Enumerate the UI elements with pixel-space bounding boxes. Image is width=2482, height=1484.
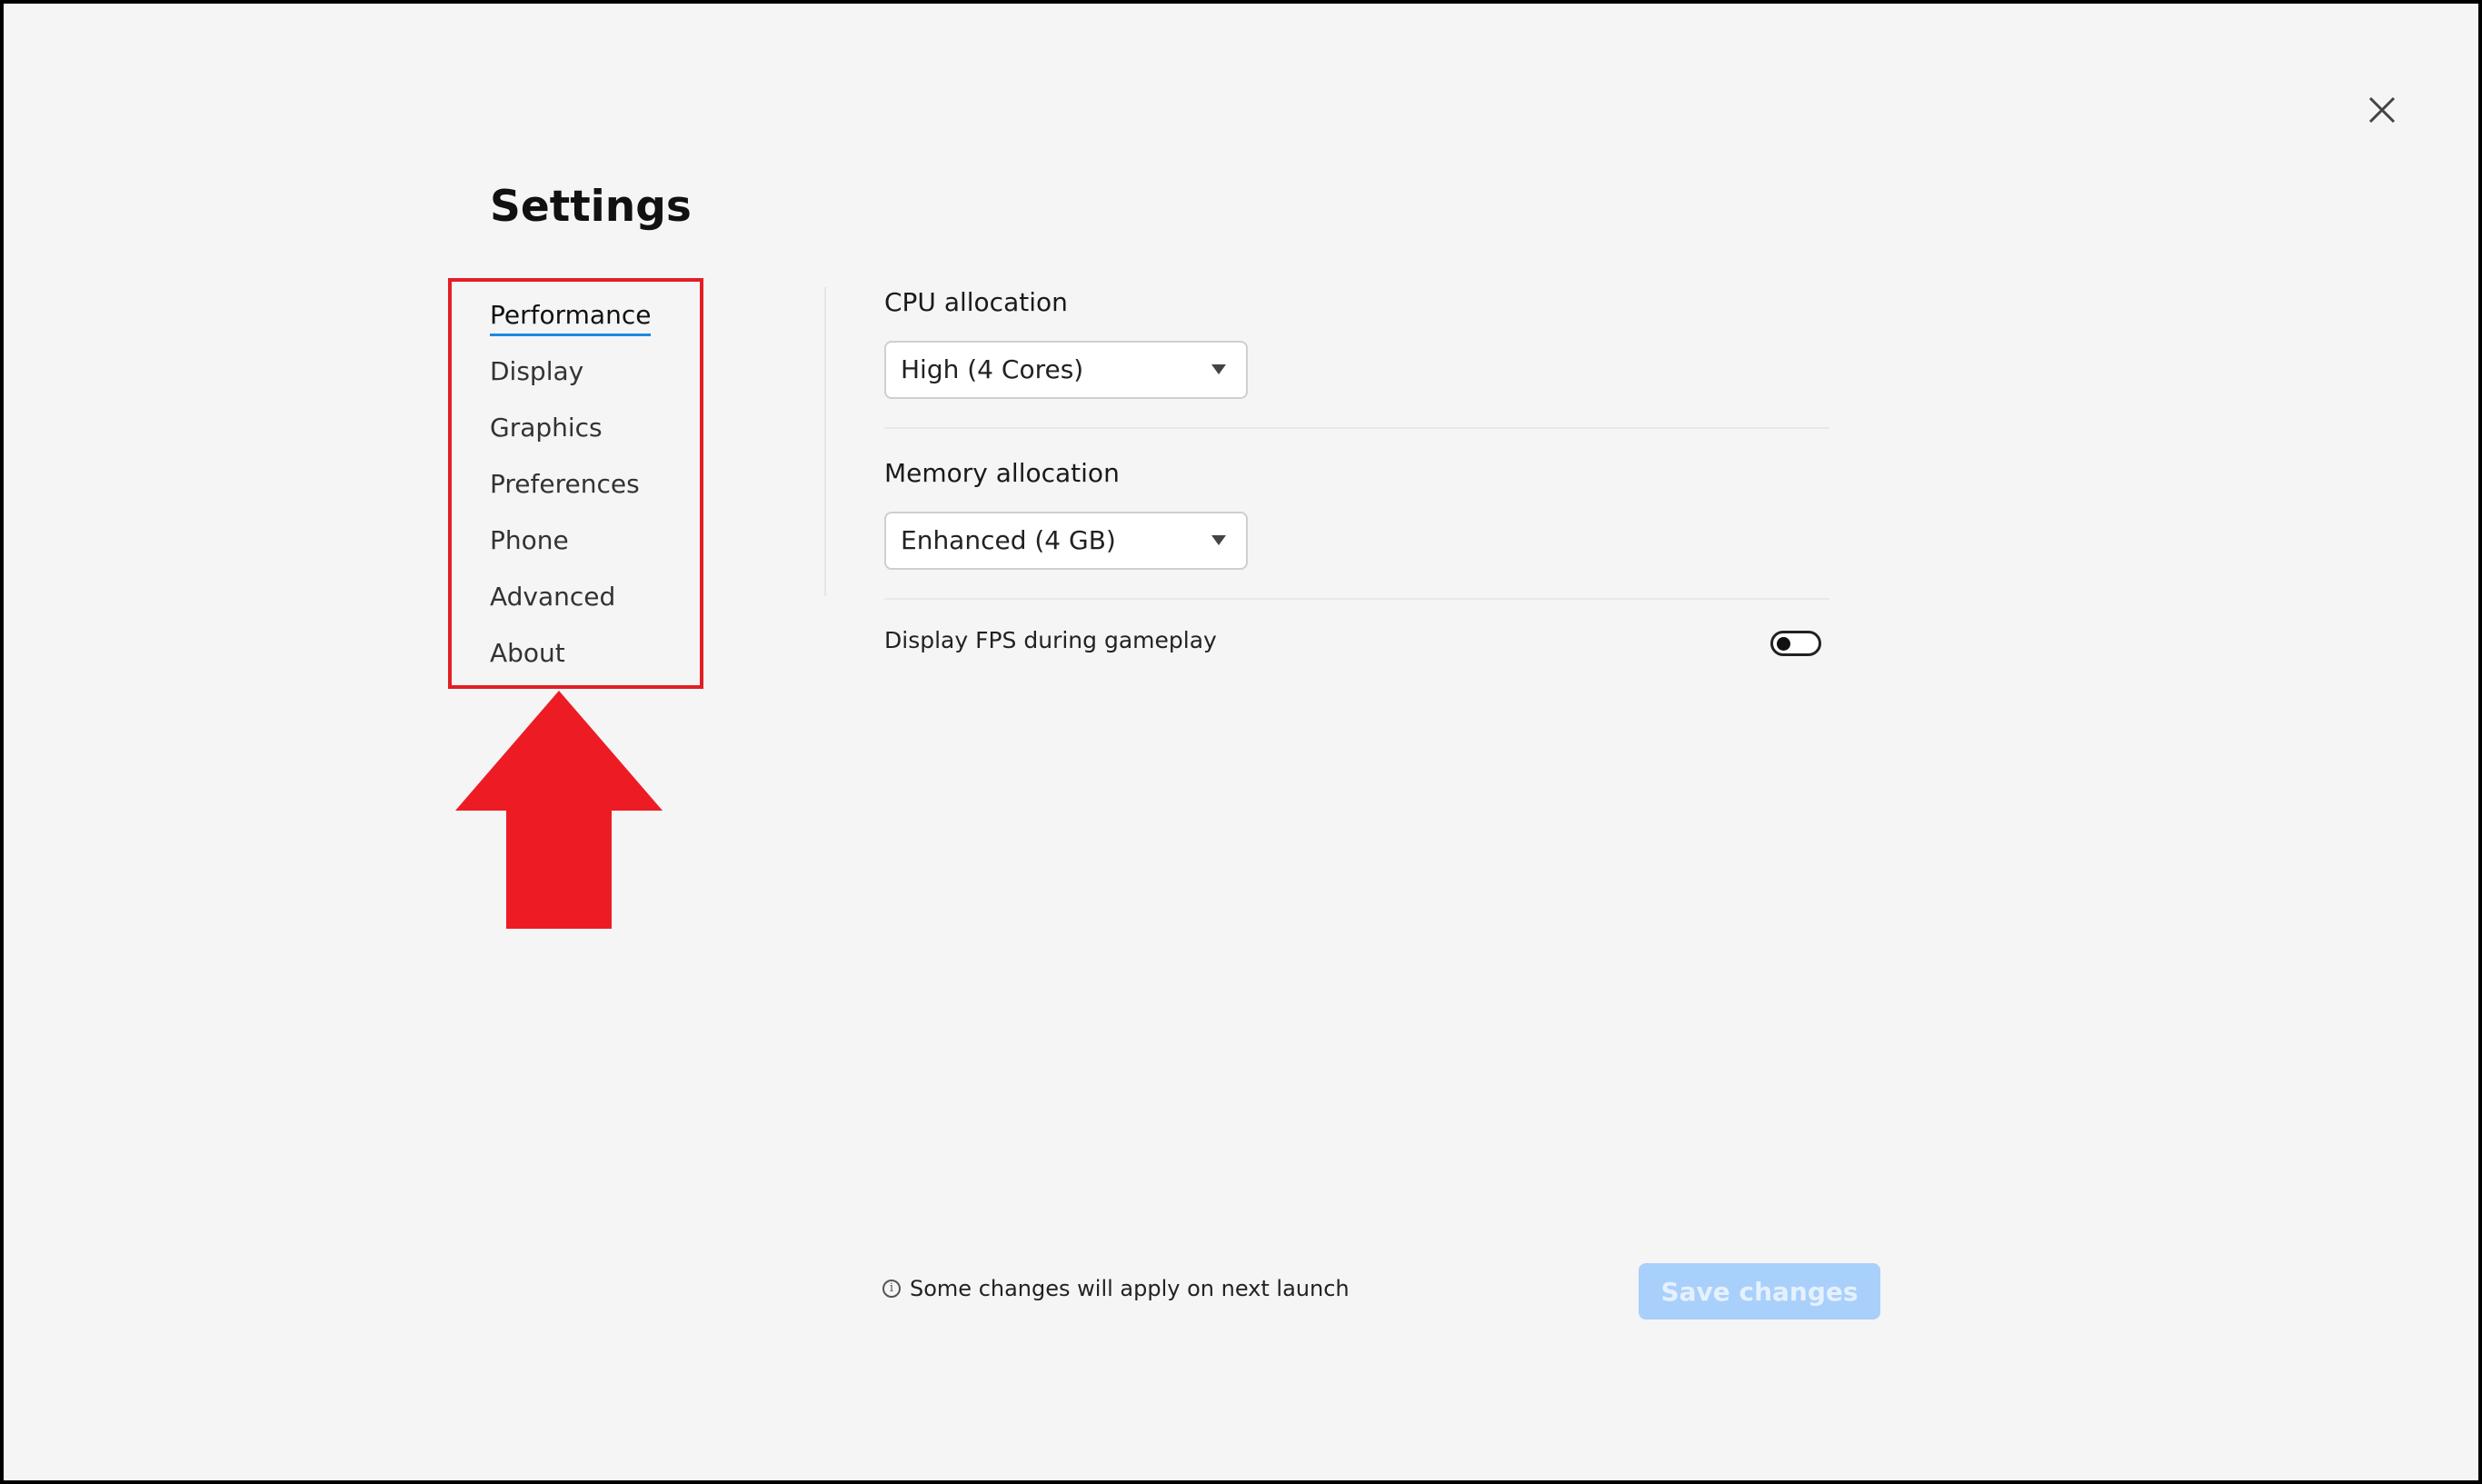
nav-item-performance[interactable]: Performance bbox=[490, 293, 708, 349]
chevron-down-icon bbox=[1211, 535, 1226, 545]
cpu-allocation-value: High (4 Cores) bbox=[901, 354, 1084, 384]
footer-note-text: Some changes will apply on next launch bbox=[910, 1276, 1350, 1301]
footer-note: i Some changes will apply on next launch bbox=[882, 1276, 1350, 1301]
close-icon bbox=[2368, 96, 2396, 124]
vertical-divider bbox=[824, 287, 826, 596]
nav-item-label: Phone bbox=[490, 525, 569, 555]
page-title: Settings bbox=[490, 182, 692, 232]
close-button[interactable] bbox=[2359, 87, 2405, 133]
nav-item-label: Performance bbox=[490, 300, 652, 336]
nav-item-label: Advanced bbox=[490, 582, 616, 612]
nav-item-phone[interactable]: Phone bbox=[490, 518, 708, 574]
nav-item-label: Preferences bbox=[490, 469, 640, 499]
nav-item-preferences[interactable]: Preferences bbox=[490, 462, 708, 518]
cpu-allocation-dropdown[interactable]: High (4 Cores) bbox=[884, 341, 1248, 399]
nav-item-label: Display bbox=[490, 356, 584, 386]
nav-item-display[interactable]: Display bbox=[490, 349, 708, 405]
memory-allocation-label: Memory allocation bbox=[884, 458, 1120, 488]
settings-nav: Performance Display Graphics Preferences… bbox=[490, 293, 708, 687]
settings-window: Settings Performance Display Graphics Pr… bbox=[0, 0, 2482, 1484]
section-divider bbox=[884, 427, 1829, 429]
display-fps-toggle[interactable] bbox=[1770, 631, 1821, 656]
nav-item-graphics[interactable]: Graphics bbox=[490, 405, 708, 462]
nav-item-label: Graphics bbox=[490, 413, 603, 443]
memory-allocation-dropdown[interactable]: Enhanced (4 GB) bbox=[884, 512, 1248, 570]
chevron-down-icon bbox=[1211, 364, 1226, 374]
annotation-up-arrow-icon bbox=[455, 691, 663, 929]
nav-item-about[interactable]: About bbox=[490, 631, 708, 687]
save-changes-button[interactable]: Save changes bbox=[1639, 1263, 1880, 1320]
section-divider bbox=[884, 598, 1829, 600]
display-fps-label: Display FPS during gameplay bbox=[884, 627, 1217, 653]
info-icon: i bbox=[882, 1280, 901, 1298]
nav-item-label: About bbox=[490, 638, 565, 668]
cpu-allocation-label: CPU allocation bbox=[884, 287, 1068, 317]
nav-item-advanced[interactable]: Advanced bbox=[490, 574, 708, 631]
toggle-knob bbox=[1777, 637, 1790, 651]
memory-allocation-value: Enhanced (4 GB) bbox=[901, 525, 1116, 555]
